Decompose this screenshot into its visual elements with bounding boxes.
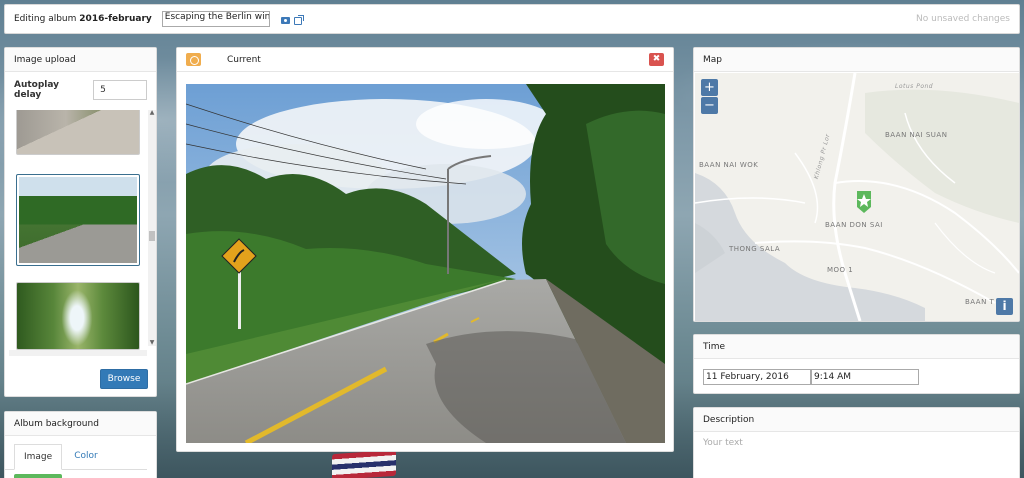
current-panel-header: Current ✖ xyxy=(177,48,673,72)
thumbnail-scrollbar[interactable]: ▲ ▼ xyxy=(148,110,156,346)
thumbnail-image-selected[interactable] xyxy=(16,174,140,266)
map-view[interactable]: Lotus Pond BAAN NAI SUAN BAAN NAI WOK Kh… xyxy=(695,73,1019,321)
zoom-in-button[interactable]: + xyxy=(701,79,718,96)
editing-prefix: Editing album xyxy=(14,14,77,24)
editing-label: Editing album 2016-february xyxy=(14,14,152,24)
image-upload-panel: Image upload Autoplay delay 5 ▲ ▼ Browse xyxy=(4,47,157,397)
tab-color[interactable]: Color xyxy=(65,444,107,469)
upload-background-button[interactable] xyxy=(14,474,62,478)
current-label: Current xyxy=(227,54,261,65)
album-background-panel: Album background Image Color xyxy=(4,411,157,478)
description-title: Description xyxy=(694,408,1019,432)
map-label-baan-don-sai: BAAN DON SAI xyxy=(825,221,883,229)
tab-image[interactable]: Image xyxy=(14,444,63,470)
description-panel: Description Your text xyxy=(693,407,1020,478)
map-info-icon[interactable]: i xyxy=(996,298,1013,315)
map-label-moo-1: MOO 1 xyxy=(827,266,854,274)
map-tiles xyxy=(695,73,1019,321)
autoplay-row: Autoplay delay 5 xyxy=(5,72,156,100)
date-input[interactable]: 11 February, 2016 xyxy=(703,369,811,385)
thumbnail-image[interactable] xyxy=(16,110,140,155)
map-panel: Map Lotus Pond BAAN NAI SUAN BAAN NAI WO… xyxy=(693,47,1020,322)
flag-decoration xyxy=(332,449,396,478)
time-panel: Time 11 February, 2016 9:14 AM xyxy=(693,334,1020,394)
thumbnail-image[interactable] xyxy=(16,282,140,350)
map-label-baan-nai-suan: BAAN NAI SUAN xyxy=(885,131,948,139)
eye-icon[interactable] xyxy=(186,53,201,66)
horizontal-scrollbar[interactable] xyxy=(9,350,147,356)
share-icon[interactable] xyxy=(293,14,304,25)
map-label-baan-t: BAAN T xyxy=(965,298,995,306)
background-tabs: Image Color xyxy=(5,436,147,470)
album-name: 2016-february xyxy=(79,14,152,24)
current-photo xyxy=(186,84,665,443)
description-textarea[interactable]: Your text xyxy=(694,432,1019,454)
close-icon[interactable]: ✖ xyxy=(649,53,664,66)
scrollbar-thumb[interactable] xyxy=(149,231,155,241)
zoom-out-button[interactable]: − xyxy=(701,97,718,114)
time-title: Time xyxy=(694,335,1019,359)
map-label-baan-nai-wok: BAAN NAI WOK xyxy=(699,161,759,169)
autoplay-label: Autoplay delay xyxy=(14,80,60,100)
album-title-input[interactable]: Escaping the Berlin wint xyxy=(161,11,270,27)
map-title: Map xyxy=(694,48,1019,72)
scroll-down-icon[interactable]: ▼ xyxy=(149,340,155,346)
autoplay-delay-input[interactable]: 5 xyxy=(93,80,147,100)
thumbnail-list[interactable] xyxy=(14,110,145,400)
top-bar: Editing album 2016-february Escaping the… xyxy=(4,4,1020,34)
browse-button[interactable]: Browse xyxy=(100,369,148,389)
image-upload-title: Image upload xyxy=(5,48,156,72)
map-label-thong-sala: THONG SALA xyxy=(729,245,781,253)
time-input[interactable]: 9:14 AM xyxy=(811,369,919,385)
current-image-panel: Current ✖ xyxy=(176,47,674,452)
scroll-up-icon[interactable]: ▲ xyxy=(149,110,155,116)
time-fields: 11 February, 2016 9:14 AM xyxy=(694,359,1019,395)
road-photo xyxy=(186,84,665,443)
camera-icon[interactable] xyxy=(280,15,290,24)
album-background-title: Album background xyxy=(5,412,156,436)
map-label-lotus-pond: Lotus Pond xyxy=(895,83,934,90)
save-status: No unsaved changes xyxy=(916,14,1010,24)
